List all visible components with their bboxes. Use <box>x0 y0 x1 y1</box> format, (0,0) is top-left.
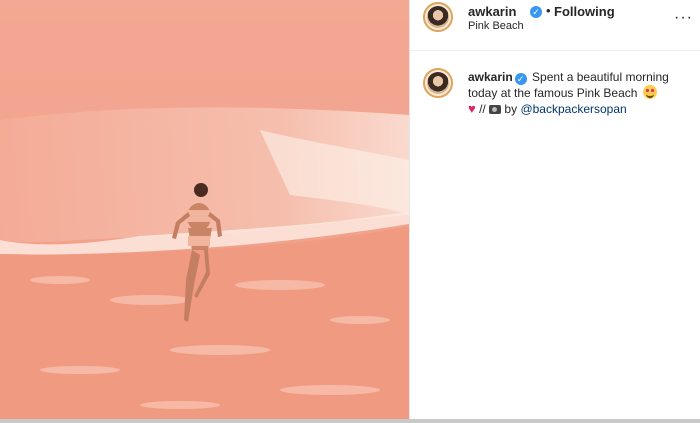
caption: awkarin ✓ Spent a beautiful morning today… <box>468 70 693 101</box>
location-link[interactable]: Pink Beach <box>468 20 524 32</box>
caption-by: by <box>504 102 518 116</box>
header-username[interactable]: awkarin <box>468 4 516 19</box>
follow-separator: • <box>546 3 551 18</box>
post-side-panel: awkarin ✓ • Following Pink Beach ··· awk… <box>410 0 700 423</box>
caption-credit-line: ♥ // by @backpackersopan <box>468 101 627 116</box>
smiling-face-emoji-icon <box>642 85 657 99</box>
camera-emoji-icon <box>489 105 502 114</box>
post-photo[interactable] <box>0 0 409 423</box>
caption-username[interactable]: awkarin <box>468 70 513 84</box>
following-button[interactable]: Following <box>554 4 615 19</box>
bottom-edge <box>0 419 700 423</box>
post-header: awkarin ✓ • Following Pink Beach ··· <box>410 0 700 51</box>
mention-link[interactable]: @backpackersopan <box>520 102 626 116</box>
instagram-post-view: awkarin ✓ • Following Pink Beach ··· awk… <box>0 0 700 423</box>
pink-beach-aerial-image <box>0 0 409 423</box>
heart-emoji-icon: ♥ <box>468 101 476 116</box>
caption-separator: // <box>479 102 486 116</box>
more-options-icon[interactable]: ··· <box>674 9 693 27</box>
caption-avatar[interactable] <box>423 68 453 98</box>
verified-badge-icon: ✓ <box>530 6 542 18</box>
avatar[interactable] <box>423 2 453 32</box>
verified-badge-icon: ✓ <box>514 73 527 85</box>
